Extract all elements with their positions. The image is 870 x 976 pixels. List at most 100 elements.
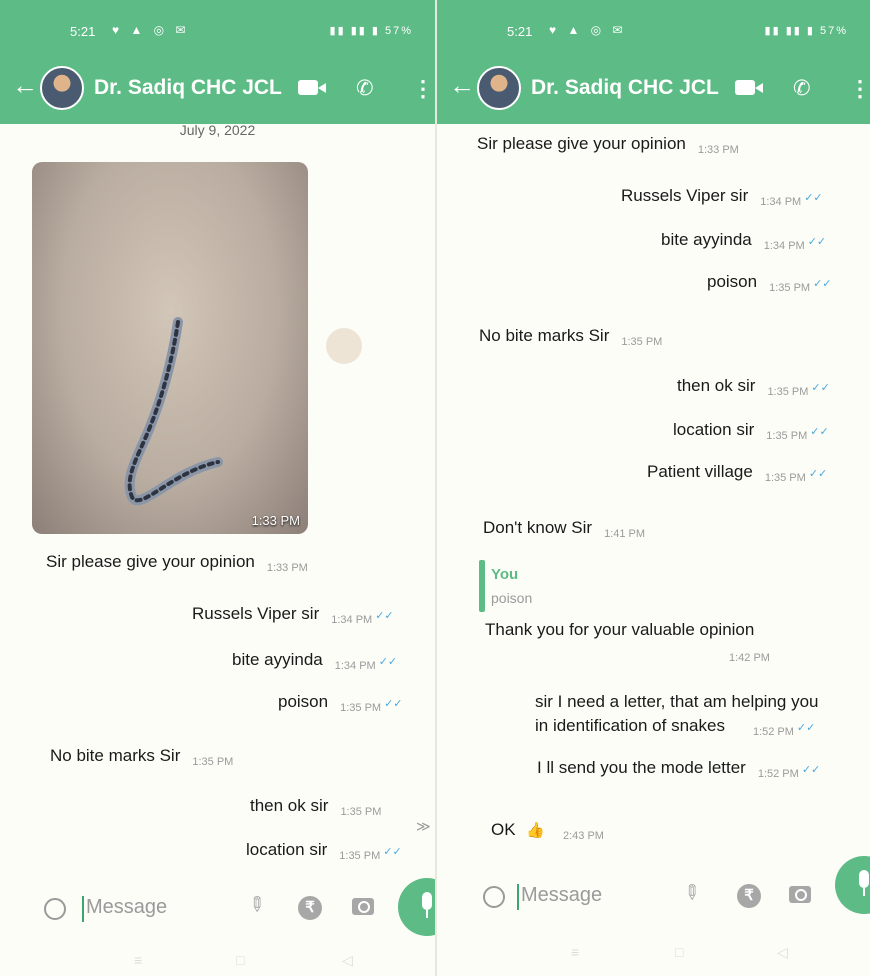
incoming-message: Don't know Sir 1:41 PM [483, 518, 645, 540]
message-time: 1:34 PM [331, 614, 373, 626]
date-separator: July 9, 2022 [179, 122, 256, 138]
double-tick-icon: ✓✓ [807, 236, 827, 248]
message-text: Patient village [647, 462, 753, 481]
message-text: I ll send you the mode letter [537, 758, 746, 777]
emoji-icon[interactable] [44, 898, 66, 920]
video-call-icon[interactable] [735, 80, 763, 95]
home-icon[interactable]: □ [675, 944, 683, 960]
back-nav-icon[interactable]: ◁ [777, 944, 788, 961]
message-time: 1:34 PM [334, 660, 376, 672]
message-time: 1:52 PM [752, 726, 794, 738]
outgoing-message: bite ayyinda 1:34 PM ✓✓ [232, 650, 397, 672]
outgoing-message: Patient village 1:35 PM ✓✓ [647, 462, 827, 484]
message-text: Sir please give your opinion [46, 552, 255, 571]
outgoing-message: then ok sir 1:35 PM [250, 796, 381, 818]
message-text: No bite marks Sir [479, 326, 610, 345]
text-cursor [82, 896, 84, 922]
message-text: bite ayyinda [232, 650, 323, 669]
system-nav-bar: ≡ □ ◁ [437, 944, 870, 968]
message-time: 1:35 PM [764, 472, 806, 484]
home-icon[interactable]: □ [236, 952, 244, 968]
double-tick-icon: ✓✓ [808, 468, 828, 480]
more-options-icon[interactable]: ⋮ [849, 76, 870, 102]
message-time: 1:35 PM [621, 336, 663, 348]
message-text: Russels Viper sir [621, 186, 749, 205]
message-time: 2:43 PM [562, 830, 604, 842]
contact-avatar[interactable] [477, 66, 521, 110]
outgoing-message: Russels Viper sir 1:34 PM ✓✓ [192, 604, 394, 626]
double-tick-icon: ✓✓ [384, 698, 403, 710]
contact-name[interactable]: Dr. Sadiq CHC JCL [531, 76, 719, 100]
message-text: No bite marks Sir [50, 746, 181, 765]
reply-quote-bar [479, 560, 485, 612]
message-text: bite ayyinda [661, 230, 752, 249]
video-call-icon[interactable] [298, 80, 326, 95]
snake-photo-message[interactable]: 1:33 PM [32, 162, 308, 534]
outgoing-message: location sir 1:35 PM ✓✓ [673, 420, 829, 442]
app-bar: ← Dr. Sadiq CHC JCL ✆ ⋮ [0, 66, 435, 110]
phone-icon[interactable]: ✆ [793, 76, 811, 101]
message-time: 1:52 PM [757, 768, 799, 780]
outgoing-message: poison 1:35 PM ✓✓ [707, 272, 832, 294]
message-time: 1:42 PM [729, 652, 770, 664]
message-text: in identification of snakes [535, 716, 725, 735]
camera-icon[interactable] [789, 886, 811, 903]
outgoing-message: I ll send you the mode letter 1:52 PM ✓✓ [537, 758, 820, 780]
reply-quote-sender: You [491, 566, 519, 583]
message-text: poison [707, 272, 758, 291]
photo-timestamp: 1:33 PM [251, 513, 300, 528]
recents-icon[interactable]: ≡ [134, 952, 142, 968]
message-time: 1:35 PM [769, 282, 811, 294]
double-tick-icon: ✓✓ [378, 656, 398, 668]
battery-level: 57% [384, 25, 413, 37]
contact-avatar[interactable] [40, 66, 84, 110]
mic-icon[interactable] [835, 856, 870, 914]
scroll-down-icon[interactable]: ≫ [416, 818, 431, 835]
phone-icon[interactable]: ✆ [356, 76, 374, 101]
message-text: location sir [673, 420, 755, 439]
rupee-icon[interactable]: ₹ [737, 884, 761, 908]
more-options-icon[interactable]: ⋮ [412, 76, 434, 102]
left-chat-screenshot: 5:21 ♥ ▲ ◎ ✉ ▮▮ ▮▮ ▮ 57% ← Dr. Sadiq CHC… [0, 0, 435, 976]
double-tick-icon: ✓✓ [811, 382, 830, 394]
message-time: 1:34 PM [763, 240, 805, 252]
status-time: 5:21 [507, 24, 533, 39]
message-input[interactable]: Message [521, 884, 602, 907]
forward-icon[interactable] [326, 328, 362, 364]
double-tick-icon: ✓✓ [813, 278, 832, 290]
attach-icon[interactable]: ✎ [242, 890, 272, 920]
right-chat-screenshot: 5:21 ♥ ▲ ◎ ✉ ▮▮ ▮▮ ▮ 57% ← Dr. Sadiq CHC… [437, 0, 870, 976]
message-time: 1:35 PM [766, 430, 808, 442]
incoming-message: Sir please give your opinion 1:33 PM [46, 552, 308, 574]
message-composer: Message ✎ ₹ [437, 856, 870, 944]
message-time: 1:35 PM [192, 756, 234, 768]
message-time: 1:33 PM [266, 562, 308, 574]
back-arrow-icon[interactable]: ← [449, 72, 475, 98]
battery-level: 57% [819, 25, 848, 37]
rupee-icon[interactable]: ₹ [298, 896, 322, 920]
contact-name[interactable]: Dr. Sadiq CHC JCL [94, 76, 282, 100]
message-input[interactable]: Message [86, 896, 167, 919]
recents-icon[interactable]: ≡ [571, 944, 579, 960]
status-time: 5:21 [70, 24, 96, 39]
message-text: poison [278, 692, 329, 711]
status-bar: 5:21 ♥ ▲ ◎ ✉ ▮▮ ▮▮ ▮ 57% [0, 20, 435, 44]
chat-header: 5:21 ♥ ▲ ◎ ✉ ▮▮ ▮▮ ▮ 57% ← Dr. Sadiq CHC… [0, 0, 435, 124]
message-text: Don't know Sir [483, 518, 593, 537]
mic-icon[interactable] [398, 878, 435, 936]
message-time: 1:41 PM [604, 528, 646, 540]
camera-icon[interactable] [352, 898, 374, 915]
double-tick-icon: ✓✓ [383, 846, 402, 858]
message-time: 1:35 PM [340, 806, 382, 818]
emoji-icon[interactable] [483, 886, 505, 908]
status-bar: 5:21 ♥ ▲ ◎ ✉ ▮▮ ▮▮ ▮ 57% [437, 20, 870, 44]
back-nav-icon[interactable]: ◁ [342, 952, 353, 969]
attach-icon[interactable]: ✎ [677, 878, 707, 908]
double-tick-icon: ✓✓ [801, 764, 821, 776]
outgoing-message: location sir 1:35 PM ✓✓ [246, 840, 402, 862]
reply-quote-text: poison [491, 590, 533, 606]
double-tick-icon: ✓✓ [375, 610, 394, 622]
back-arrow-icon[interactable]: ← [12, 72, 38, 98]
text-cursor [517, 884, 519, 910]
incoming-message: Thank you for your valuable opinion [485, 620, 754, 640]
